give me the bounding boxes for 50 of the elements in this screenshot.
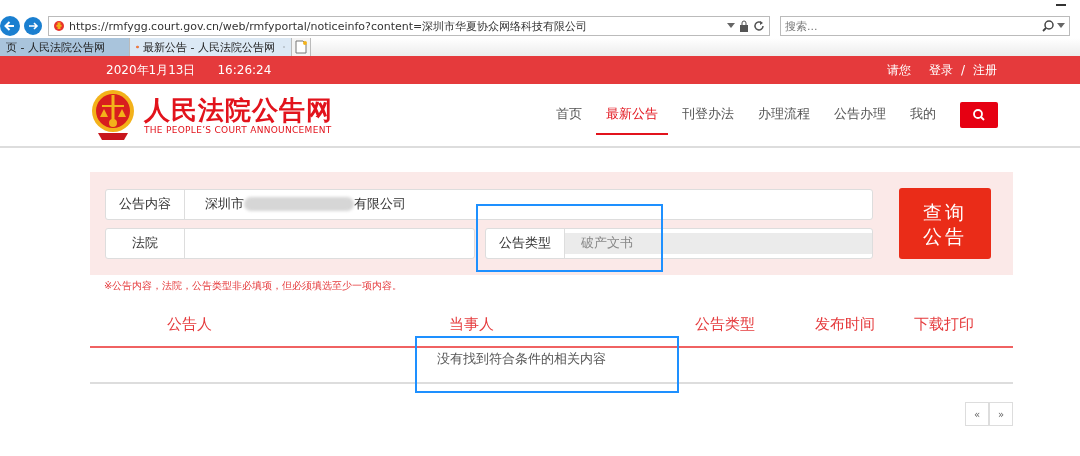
lock-icon	[739, 20, 749, 32]
pager-button[interactable]: «	[965, 402, 989, 426]
content-label: 公告内容	[106, 189, 185, 219]
column-header: 发布时间	[814, 315, 876, 334]
court-label: 法院	[106, 228, 185, 258]
query-button[interactable]: 查询公告	[899, 188, 991, 259]
field-value: 有限公司	[354, 195, 406, 213]
empty-message: 没有找到符合条件的相关内容	[437, 350, 606, 368]
dropdown-icon[interactable]	[1057, 23, 1065, 29]
column-header: 公告类型	[694, 315, 756, 334]
nav-item[interactable]: 我的	[900, 95, 946, 135]
column-header: 公告人	[165, 315, 213, 334]
field-value: 深圳市	[205, 195, 244, 213]
site-subtitle: THE PEOPLE’S COURT ANNOUNCEMENT	[144, 125, 333, 135]
address-bar[interactable]: https://rmfygg.court.gov.cn/web/rmfyportal/noticeinfo?content=深圳市华夏协众网络科技有限公司	[48, 16, 770, 36]
nav-item[interactable]: 公告办理	[824, 95, 896, 135]
type-field[interactable]: 公告类型 破产文书	[485, 227, 873, 259]
greeting-text: 请您	[886, 61, 911, 79]
form-note: ※公告内容，法院，公告类型非必填项，但必须填选至少一项内容。	[104, 279, 404, 293]
url-text: https://rmfygg.court.gov.cn/web/rmfyportal/noticeinfo?content=深圳市华夏协众网络科技有限公司	[69, 18, 589, 34]
new-tab-icon[interactable]	[295, 40, 307, 54]
search-icon	[973, 109, 985, 121]
nav-item[interactable]: 刊登办法	[672, 95, 744, 135]
login-link[interactable]: 登录	[928, 61, 953, 79]
content-field[interactable]: 公告内容 深圳市 有限公司	[105, 188, 873, 220]
tab-title: 页 - 人民法院公告网	[6, 39, 105, 55]
search-icon[interactable]	[1042, 20, 1054, 32]
search-box[interactable]: 搜索...	[780, 16, 1070, 36]
browser-tab[interactable]: 页 - 人民法院公告网	[0, 38, 130, 56]
time-text: 16:26:24	[217, 63, 272, 77]
register-link[interactable]: 注册	[973, 61, 997, 79]
site-title: 人民法院公告网	[144, 95, 333, 125]
dropdown-icon[interactable]	[727, 23, 735, 29]
pager-button[interactable]: »	[989, 402, 1013, 426]
back-icon[interactable]	[0, 16, 20, 36]
browser-tab[interactable]: 最新公告 - 人民法院公告网	[130, 38, 292, 56]
column-header: 当事人	[447, 315, 495, 334]
separator-text: /	[960, 63, 965, 77]
forward-icon[interactable]	[24, 17, 42, 35]
nav-item[interactable]: 首页	[546, 95, 592, 135]
tab-title: 最新公告 - 人民法院公告网	[143, 39, 275, 55]
column-header: 下载打印	[912, 315, 975, 334]
refresh-icon[interactable]	[753, 20, 765, 32]
nav-item[interactable]: 办理流程	[748, 95, 820, 135]
date-text: 2020年1月13日	[106, 61, 196, 79]
nav-item[interactable]: 最新公告	[596, 95, 668, 135]
court-emblem-logo	[90, 89, 136, 141]
search-button[interactable]	[960, 102, 998, 128]
court-field[interactable]: 法院	[105, 227, 475, 259]
type-value: 破产文书	[565, 232, 872, 254]
